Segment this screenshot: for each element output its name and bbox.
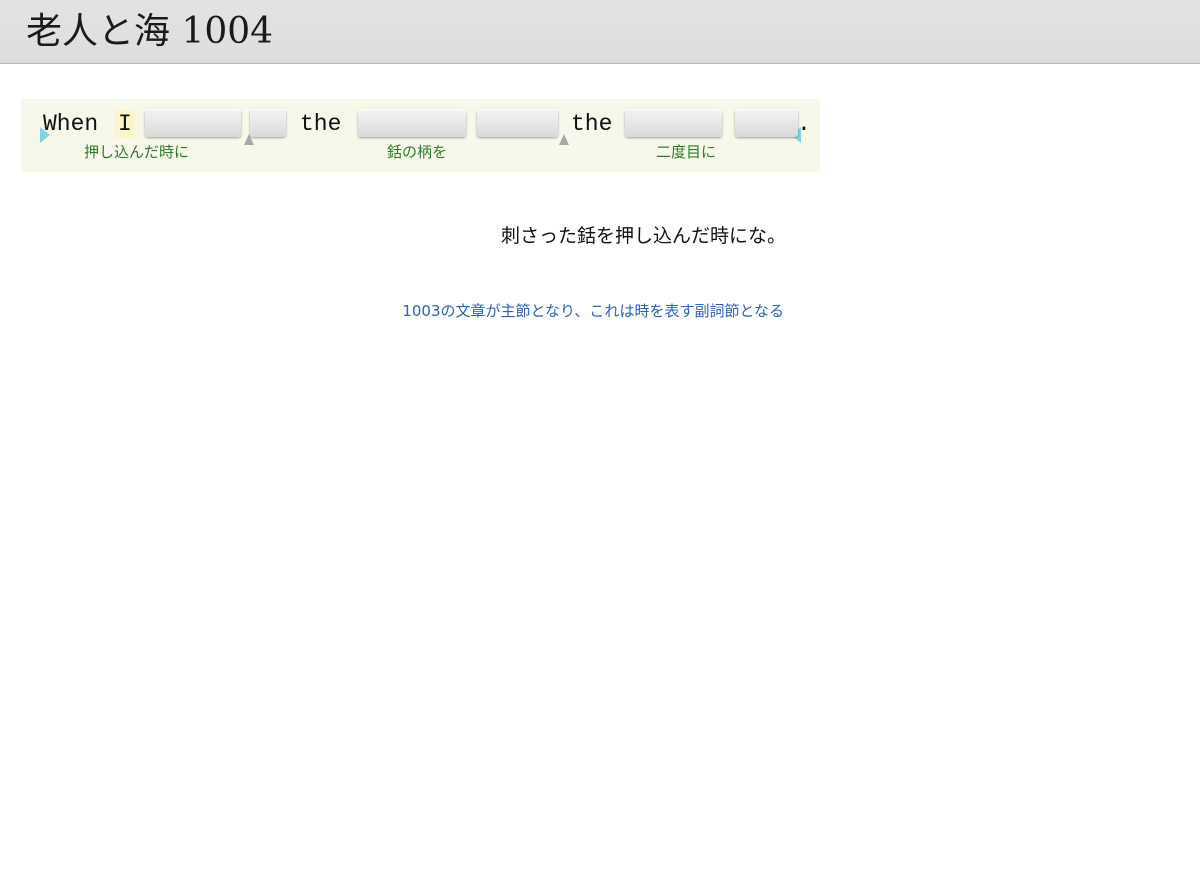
gloss-1: 押し込んだ時に [84,143,190,161]
page-title: 老人と海 1004 [26,11,274,52]
word-when: When [43,111,99,137]
blank-4[interactable] [477,109,558,137]
blank-5[interactable] [625,109,722,137]
grammar-hint-link[interactable]: 1003の文章が主節となり、これは時を表す副詞節となる [300,302,784,321]
sentence-period: . [797,111,811,137]
word-i[interactable]: I [115,110,135,138]
blank-notch [559,134,569,145]
blank-6[interactable] [735,109,798,137]
gloss-3: 二度目に [656,143,717,161]
header-bar: 老人と海 1004 [0,0,1200,64]
word-the-1: the [300,111,342,137]
gloss-2: 銛の柄を [387,143,448,161]
blank-3[interactable] [358,109,466,137]
blank-2[interactable] [250,109,286,137]
japanese-translation: 刺さった銛を押し込んだ時にな。 [500,225,786,247]
word-the-2: the [571,111,613,137]
blank-1[interactable] [145,109,241,137]
